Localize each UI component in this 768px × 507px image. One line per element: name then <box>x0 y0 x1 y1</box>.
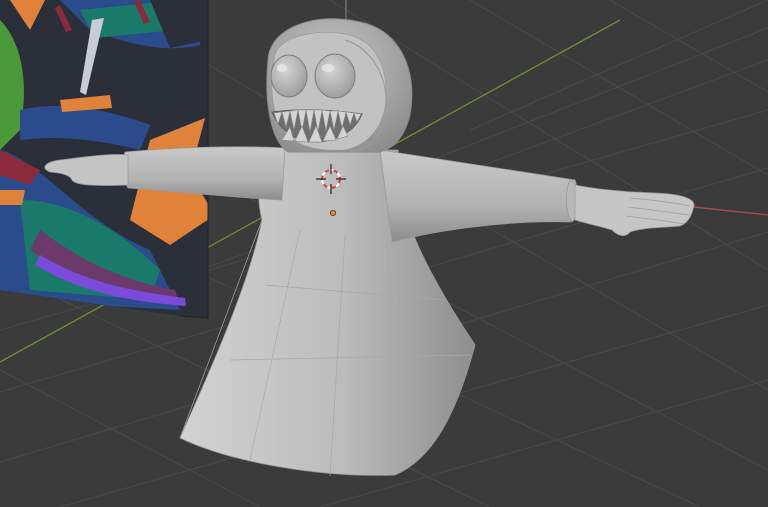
left-eye <box>270 54 308 98</box>
3d-viewport[interactable] <box>0 0 768 507</box>
right-eye <box>314 53 356 99</box>
object-origin-icon <box>330 210 336 216</box>
right-eye-highlight <box>322 64 334 72</box>
left-eye-highlight <box>277 64 287 72</box>
